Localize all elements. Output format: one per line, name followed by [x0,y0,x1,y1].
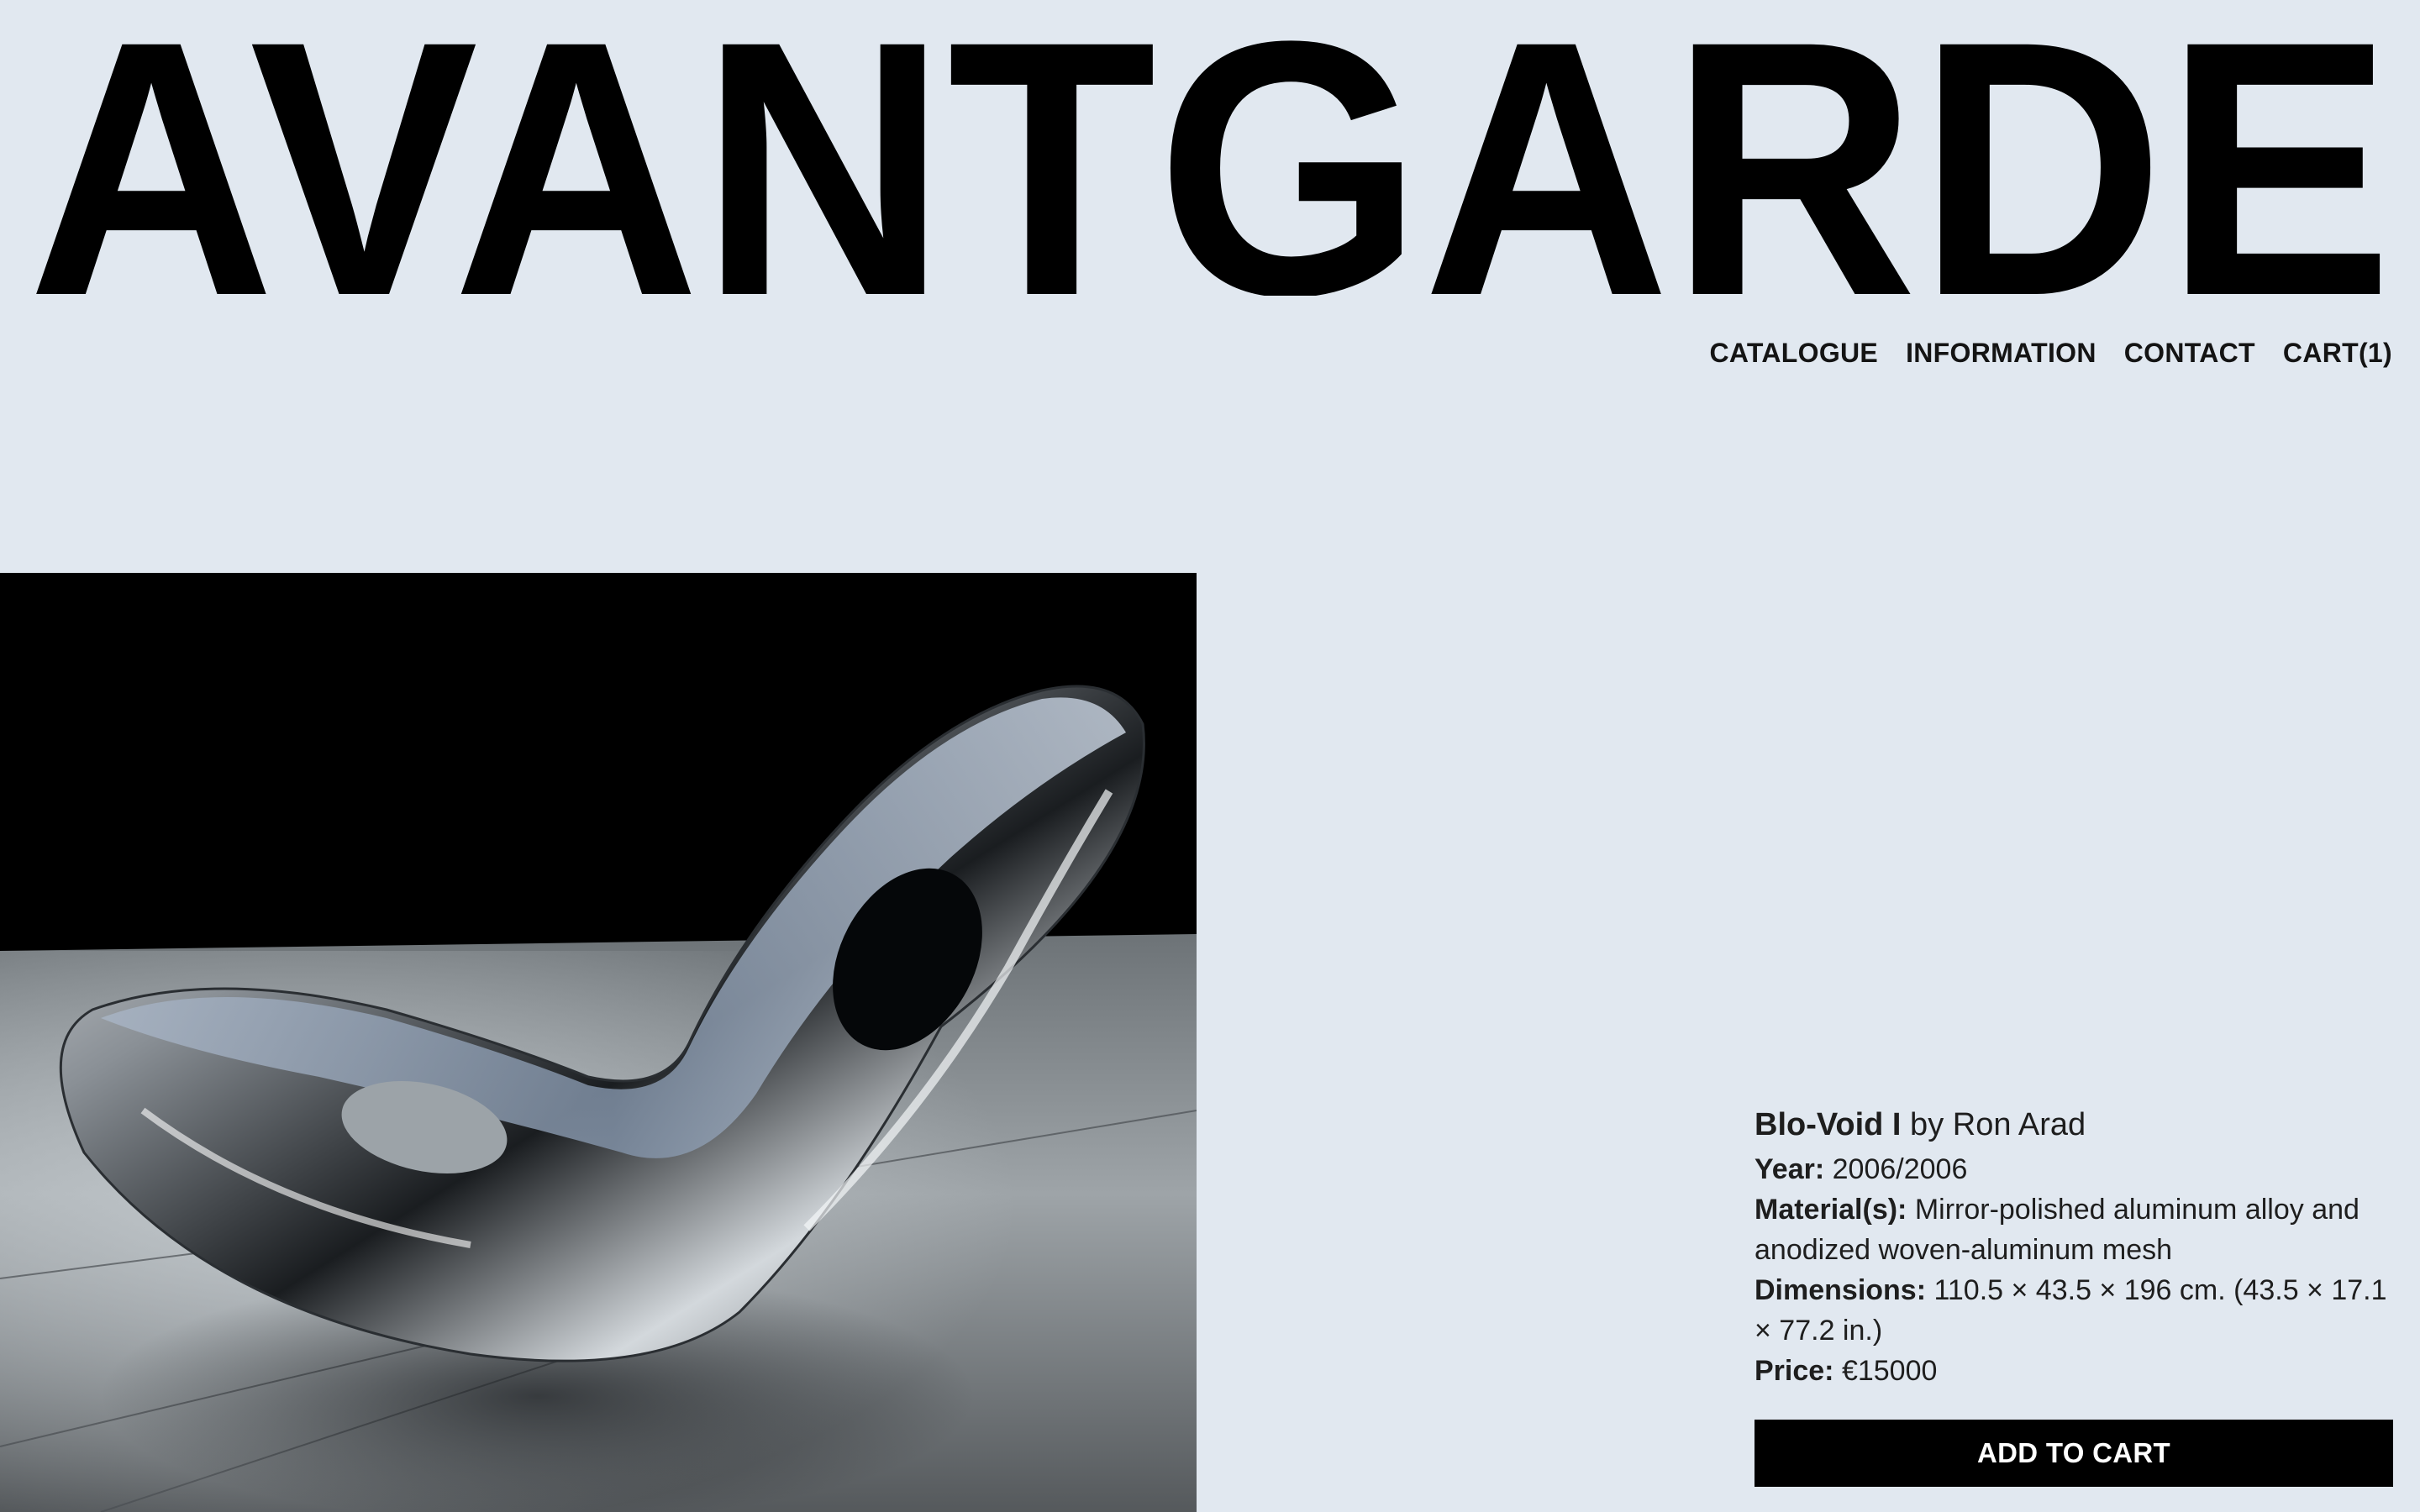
brand-logo[interactable]: AVANTGARDE [28,27,2393,296]
nav-contact[interactable]: CONTACT [2124,338,2255,369]
product-designer: by Ron Arad [1901,1107,2086,1142]
nav-information[interactable]: INFORMATION [1906,338,2096,369]
add-to-cart-button[interactable]: ADD TO CART [1754,1420,2393,1487]
brand-wordmark: AVANTGARDE [28,27,2393,296]
product-details: Blo-Void I by Ron Arad Year: 2006/2006 M… [1754,1102,2393,1487]
material-label: Material(s): [1754,1194,1907,1226]
product-dimensions: Dimensions: 110.5 × 43.5 × 196 cm. (43.5… [1754,1270,2393,1351]
year-label: Year: [1754,1153,1825,1185]
product-photo [0,573,1197,1512]
product-page: AVANTGARDE CATALOGUE INFORMATION CONTACT… [0,0,2420,1512]
product-title: Blo-Void I by Ron Arad [1754,1102,2393,1147]
nav-cart[interactable]: CART(1) [2283,338,2392,369]
main-nav: CATALOGUE INFORMATION CONTACT CART(1) [1709,338,2392,369]
product-price: Price: €15000 [1754,1351,2393,1391]
chaise-lounge-photo-icon [0,573,1197,1512]
product-name: Blo-Void I [1754,1107,1902,1142]
product-materials: Material(s): Mirror-polished aluminum al… [1754,1189,2393,1270]
nav-catalogue[interactable]: CATALOGUE [1709,338,1878,369]
product-year: Year: 2006/2006 [1754,1149,2393,1189]
price-label: Price: [1754,1355,1834,1387]
dimensions-label: Dimensions: [1754,1274,1927,1306]
brand-name: AVANTGARDE [28,27,2393,296]
year-value: 2006/2006 [1824,1153,1968,1185]
price-value: €15000 [1833,1355,1938,1387]
